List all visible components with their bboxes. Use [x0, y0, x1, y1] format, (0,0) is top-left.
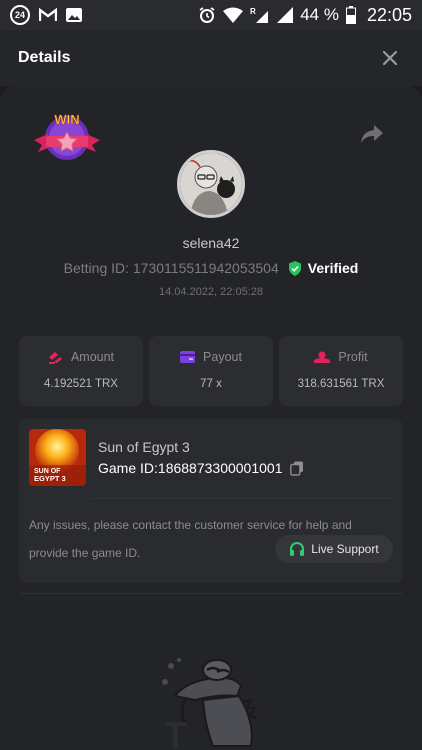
bet-timestamp: 14.04.2022, 22:05:28 [159, 286, 263, 298]
verified-label: Verified [307, 260, 359, 276]
username: selena42 [182, 235, 240, 251]
amount-icon [48, 351, 62, 364]
stat-profit: Profit 318.631561 TRX [279, 336, 403, 406]
game-thumb-title-line2: EGYPT 3 [34, 474, 66, 483]
copy-icon[interactable] [290, 461, 304, 476]
cell-signal-r-icon: R [250, 7, 269, 23]
stat-value: 77 x [200, 378, 222, 390]
avatar [177, 150, 245, 218]
close-icon [383, 51, 397, 65]
stat-value: 318.631561 TRX [297, 378, 385, 390]
crocodile-mascot-icon [162, 658, 258, 748]
betting-id-row: Betting ID: 1730115511942053504 Verified [0, 260, 422, 276]
battery-icon [345, 6, 356, 24]
stat-label: Amount [70, 350, 115, 364]
status-bar: 24 R 44 % 22:05 [0, 0, 422, 30]
profit-icon [314, 351, 331, 363]
notification-count-icon: 24 [10, 5, 30, 25]
stat-value: 4.192521 TRX [44, 378, 118, 390]
verified-shield-icon [288, 260, 301, 276]
game-info-card: SUN OF EGYPT 3 Sun of Egypt 3 Game ID:18… [19, 419, 403, 583]
stat-label: Profit [338, 350, 368, 364]
stat-amount: Amount 4.192521 TRX [19, 336, 143, 406]
stat-label: Payout [203, 350, 242, 364]
headset-icon [290, 542, 305, 556]
gallery-icon [66, 8, 82, 22]
close-button[interactable] [376, 44, 404, 72]
svg-text:R: R [250, 7, 256, 16]
clock: 22:05 [366, 4, 412, 25]
divider [19, 593, 403, 594]
game-name: Sun of Egypt 3 [98, 439, 190, 455]
share-icon[interactable] [360, 123, 384, 145]
wallet-icon [180, 351, 196, 363]
bet-stats: Amount 4.192521 TRX Payout 77 x Profit 3… [19, 336, 403, 406]
battery-percent: 44 % [300, 5, 339, 24]
stat-payout: Payout 77 x [149, 336, 273, 406]
gmail-icon [39, 8, 57, 21]
win-badge-icon: WIN [34, 112, 100, 160]
betting-id: Betting ID: 1730115511942053504 [63, 260, 279, 276]
alarm-icon [199, 7, 215, 23]
live-support-label: Live Support [311, 542, 379, 556]
page-title: Details [18, 49, 71, 66]
cell-signal-icon [277, 7, 294, 23]
divider [91, 498, 393, 499]
game-thumbnail[interactable]: SUN OF EGYPT 3 [29, 429, 86, 486]
game-id-row: Game ID:1868873300001001 [98, 460, 304, 476]
game-id: Game ID:1868873300001001 [98, 460, 283, 476]
wifi-icon [223, 7, 244, 23]
win-badge-text: WIN [54, 112, 79, 127]
details-header: Details [0, 30, 422, 86]
bet-details-card: WIN selena42 Betting ID: 173011551194205… [0, 86, 422, 750]
live-support-button[interactable]: Live Support [275, 535, 393, 563]
